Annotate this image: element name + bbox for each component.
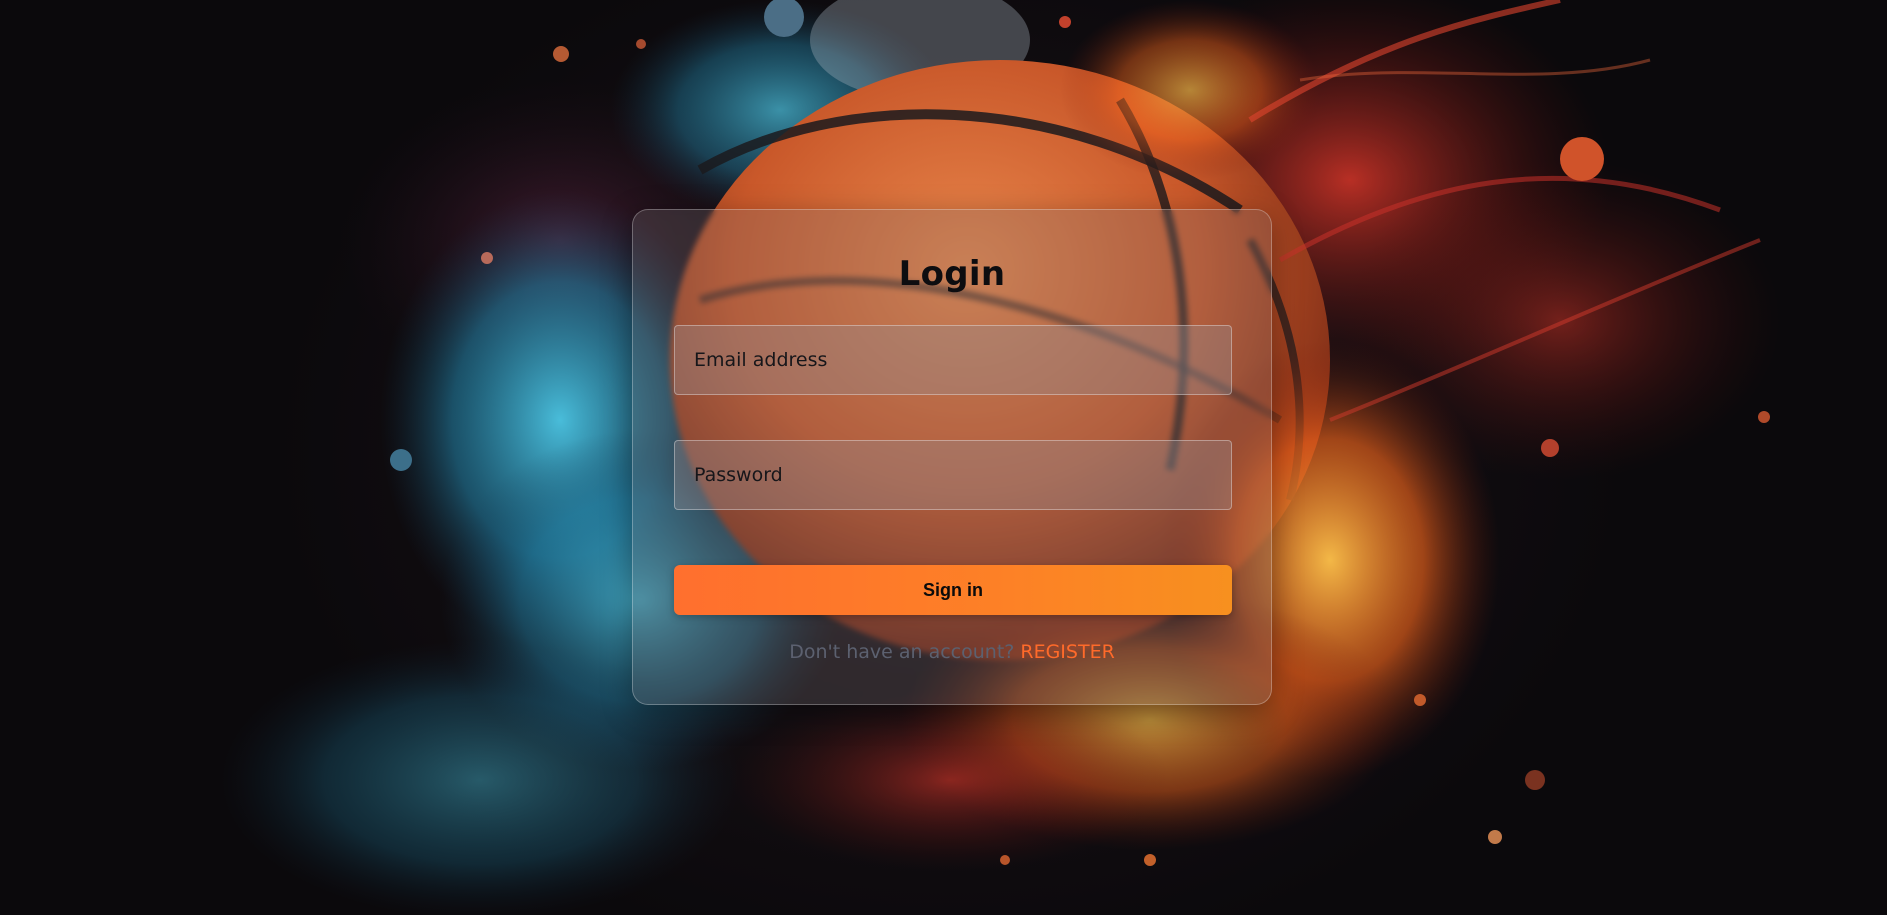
login-card: Login Sign in Don't have an account?REGI…: [632, 209, 1272, 705]
email-field[interactable]: [674, 325, 1232, 395]
login-title: Login: [898, 254, 1006, 294]
register-link[interactable]: REGISTER: [1020, 641, 1114, 663]
email-input[interactable]: [694, 349, 1212, 371]
password-input[interactable]: [694, 464, 1212, 486]
register-prompt: Don't have an account?: [789, 641, 1015, 663]
login-page: Login Sign in Don't have an account?REGI…: [0, 0, 1887, 915]
password-field[interactable]: [674, 440, 1232, 510]
register-line: Don't have an account? REGISTER: [633, 641, 1271, 663]
sign-in-button[interactable]: Sign in: [674, 565, 1232, 615]
